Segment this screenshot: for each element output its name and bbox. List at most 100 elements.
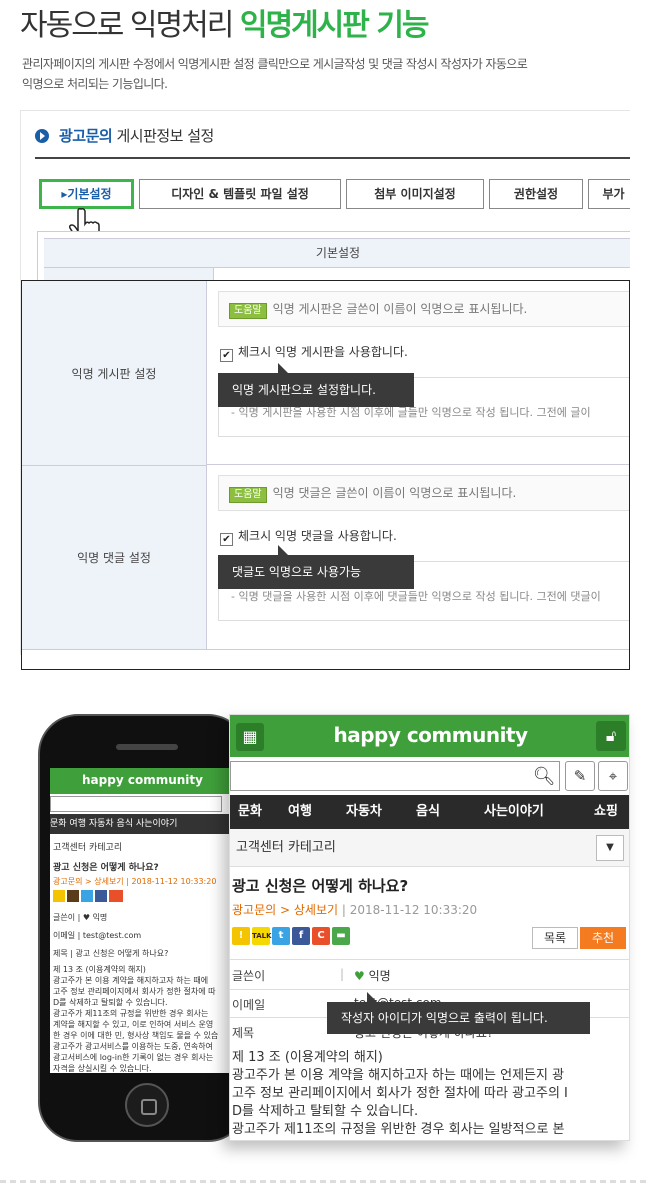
phone-subject: 제목 | 광고 신청은 어떻게 하나요? xyxy=(53,949,169,958)
post-body: 제 13 조 (이용계약의 해지) 광고주가 본 이용 계약을 해지하고자 하는… xyxy=(232,1049,629,1139)
writer-name: 익명 xyxy=(368,969,391,983)
phone-search-input xyxy=(50,796,222,812)
writer-tooltip: 작성자 아이디가 익명으로 출력이 됩니다. xyxy=(327,992,590,1034)
phone-body: 제 13 조 (이용계약의 해지) 광고주가 본 이용 계약을 해지하고자 하는… xyxy=(53,964,235,1073)
anon-board-label: 익명 게시판 설정 xyxy=(22,281,207,465)
lock-icon[interactable]: 🔓︎ xyxy=(596,721,626,751)
highlight-frame: 익명 게시판 설정 익명 댓글 설정 도움말 익명 게시판은 글쓴이 이름이 익명… xyxy=(21,280,630,670)
page-title: 자동으로 익명처리 익명게시판 기능 xyxy=(20,0,640,44)
anon-board-help: 도움말 익명 게시판은 글쓴이 이름이 익명으로 표시됩니다. xyxy=(218,291,629,327)
search-input[interactable] xyxy=(230,761,560,791)
location-pin-icon[interactable]: ⌖ xyxy=(598,761,628,791)
nav-item-cars[interactable]: 자동차 xyxy=(346,795,382,829)
phone-body-line: D를 삭제하고 탈퇴할 수 있습니다. xyxy=(53,998,168,1007)
anon-comment-help: 도움말 익명 댓글은 글쓴이 이름이 익명으로 표시됩니다. xyxy=(218,475,629,511)
site-logo[interactable]: happy community xyxy=(230,715,629,755)
panel-heading: 광고문의 게시판정보 설정 xyxy=(35,125,214,146)
band-icon[interactable]: ▬ xyxy=(332,927,350,945)
description-line-2: 익명으로 처리되는 기능입니다. xyxy=(22,77,168,91)
search-icon[interactable]: 🔍︎ xyxy=(528,763,560,791)
arrow-bullet-icon xyxy=(35,129,49,143)
nav-item-travel[interactable]: 여행 xyxy=(288,795,312,829)
phone-post-title: 광고 신청은 어떻게 하나요? xyxy=(53,863,159,873)
post-title: 광고 신청은 어떻게 하나요? xyxy=(232,877,409,895)
phone-menu: 문화 여행 자동차 음식 사는이야기 xyxy=(50,814,235,834)
grid-menu-icon[interactable]: ▦ xyxy=(236,723,264,751)
email-key: 이메일 xyxy=(232,998,266,1012)
post-body-line: 광고주가 본 이용 계약을 해지하고자 하는 때에는 언제든지 광 xyxy=(232,1068,565,1083)
share-icons: ! TALK t f C ▬ xyxy=(232,927,352,949)
phone-body-line: 고주 정보 관리페이지에서 회사가 정한 절차에 따 xyxy=(53,987,216,996)
phone-logo: happy community xyxy=(82,773,203,787)
phone-crumb: 광고문의 > 상세보기 | 2018-11-12 10:33:20 xyxy=(53,877,217,886)
help-badge: 도움말 xyxy=(229,303,267,319)
row-divider xyxy=(207,464,629,465)
writer-key: 글쓴이 xyxy=(232,969,266,983)
recommend-button[interactable]: 추천 xyxy=(580,927,626,949)
field-separator: | xyxy=(340,967,345,981)
checkbox-label: 체크시 익명 게시판을 사용합니다. xyxy=(238,345,408,359)
breadcrumb-separator: > xyxy=(276,903,294,917)
breadcrumb: 광고문의 > 상세보기 | 2018-11-12 10:33:20 xyxy=(232,901,477,918)
row-divider xyxy=(22,649,629,650)
phone-body-line: 한 경우 이에 대한 민, 형사상 책임도 물을 수 있습 xyxy=(53,1031,219,1040)
writer-value: ♥ 익명 xyxy=(354,967,391,984)
help-badge: 도움말 xyxy=(229,487,267,503)
facebook-icon[interactable]: f xyxy=(292,927,310,945)
pencil-icon[interactable]: ✎ xyxy=(565,761,595,791)
title-highlight: 익명게시판 기능 xyxy=(239,8,430,43)
tab-attach-image[interactable]: 첨부 이미지설정 xyxy=(346,179,484,209)
phone-body-line: 광고서비스에 log-in한 기록이 없는 경우 회사는 xyxy=(53,1053,214,1062)
nav-item-life-stories[interactable]: 사는이야기 xyxy=(484,795,544,829)
post-body-line: 제 13 조 (이용계약의 해지) xyxy=(232,1050,383,1065)
subject-key: 제목 xyxy=(232,1026,255,1040)
anon-comment-checkbox[interactable]: ✔ 체크시 익명 댓글을 사용합니다. xyxy=(220,527,397,546)
nav-item-shopping[interactable]: 쇼핑 xyxy=(594,795,618,829)
category-select[interactable]: 고객센터 카테고리 xyxy=(230,829,629,867)
tab-design-template[interactable]: 디자인 & 템플릿 파일 설정 xyxy=(139,179,341,209)
tab-basic-settings[interactable]: ▸기본설정 xyxy=(39,179,134,209)
post-body-line: 고주 정보 관리페이지에서 회사가 정한 절차에 따라 광고주의 I xyxy=(232,1086,568,1101)
breadcrumb-board[interactable]: 광고문의 xyxy=(232,903,276,917)
checkmark-icon[interactable]: ✔ xyxy=(220,533,233,546)
phone-writer: 글쓴이 | ♥ 익명 xyxy=(53,913,108,922)
nav-item-culture[interactable]: 문화 xyxy=(238,795,262,829)
phone-body-line: 광고주가 제11조의 규정을 위반한 경우 회사는 xyxy=(53,1009,209,1018)
phone-body-line: 광고주가 본 이용 계약을 해지하고자 하는 때에 xyxy=(53,976,209,985)
heart-icon: ♥ xyxy=(354,969,369,983)
nav-item-food[interactable]: 음식 xyxy=(416,795,440,829)
post-body-line: 광고주가 제11조의 규정을 위반한 경우 회사는 일방적으로 본 xyxy=(232,1122,565,1137)
page-description: 관리자페이지의 게시판 수정에서 익명게시판 설정 클릭만으로 게시글작성 및 … xyxy=(22,54,632,94)
phone-share-icons xyxy=(53,890,123,902)
anon-comment-label: 익명 댓글 설정 xyxy=(22,465,207,649)
twitter-icon[interactable]: t xyxy=(272,927,290,945)
checkbox-label: 체크시 익명 댓글을 사용합니다. xyxy=(238,529,397,543)
cyworld-icon[interactable]: C xyxy=(312,927,330,945)
post-date: | 2018-11-12 10:33:20 xyxy=(341,903,478,917)
dashed-divider xyxy=(0,1180,650,1183)
help-text: 익명 댓글은 글쓴이 이름이 익명으로 표시됩니다. xyxy=(272,486,517,500)
phone-body-line: 계약을 해지할 수 있고, 이로 인하여 서비스 운영 xyxy=(53,1020,214,1029)
phone-body-line: 자격을 상실시킬 수 있습니다. xyxy=(53,1064,152,1073)
phone-speaker xyxy=(116,744,178,750)
title-plain: 자동으로 익명처리 xyxy=(20,8,240,43)
divider xyxy=(35,157,630,159)
anon-comment-tooltip: 댓글도 익명으로 사용가능 xyxy=(218,545,414,589)
kakaotalk-icon[interactable]: TALK xyxy=(252,927,272,945)
checkmark-icon[interactable]: ✔ xyxy=(220,349,233,362)
chevron-down-icon[interactable]: ▼ xyxy=(596,835,624,861)
anon-board-tooltip: 익명 게시판으로 설정합니다. xyxy=(218,363,414,407)
tab-extra[interactable]: 부가 xyxy=(588,179,630,209)
panel-heading-board: 광고문의 xyxy=(59,127,113,145)
help-text: 익명 게시판은 글쓴이 이름이 익명으로 표시됩니다. xyxy=(272,302,528,316)
kakaostory-icon[interactable]: ! xyxy=(232,927,250,945)
list-button[interactable]: 목록 xyxy=(532,927,578,949)
description-line-1: 관리자페이지의 게시판 수정에서 익명게시판 설정 클릭만으로 게시글작성 및 … xyxy=(22,57,528,71)
panel-heading-rest: 게시판정보 설정 xyxy=(112,127,214,145)
divider xyxy=(230,989,629,990)
divider xyxy=(230,959,629,960)
tab-permissions[interactable]: 권한설정 xyxy=(489,179,583,209)
breadcrumb-page: 상세보기 xyxy=(293,903,339,917)
phone-body-line: 제 13 조 (이용계약의 해지) xyxy=(53,965,146,974)
anon-board-checkbox[interactable]: ✔ 체크시 익명 게시판을 사용합니다. xyxy=(220,343,408,362)
